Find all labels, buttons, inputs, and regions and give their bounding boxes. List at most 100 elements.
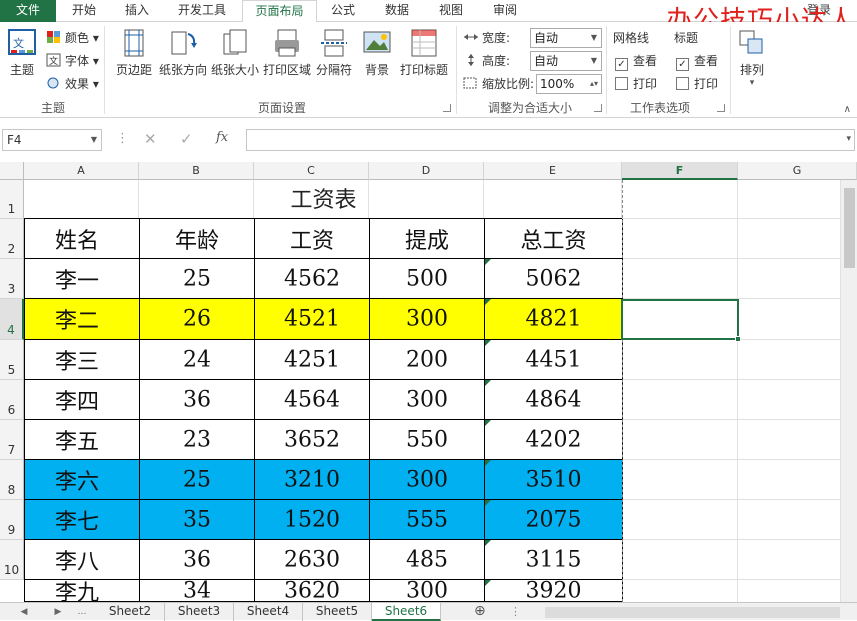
table-cell[interactable]: 4451 (485, 340, 623, 380)
tab-data[interactable]: 数据 (372, 0, 422, 22)
tab-file[interactable]: 文件 (0, 0, 56, 22)
background-button[interactable]: 背景 (360, 28, 394, 78)
name-box[interactable]: F4 ▼ (2, 129, 102, 151)
header-cell[interactable]: 年龄 (140, 219, 255, 259)
tab-insert[interactable]: 插入 (112, 0, 162, 22)
table-cell[interactable]: 4564 (255, 380, 370, 420)
table-cell[interactable]: 3210 (255, 460, 370, 500)
table-cell[interactable]: 3620 (255, 578, 370, 603)
table-cell[interactable]: 4202 (485, 420, 623, 460)
enter-icon[interactable]: ✓ (180, 130, 193, 148)
scale-input[interactable]: 100% ▴▾ (536, 74, 602, 94)
print-titles-button[interactable]: 打印标题 (398, 28, 450, 78)
gridlines-view-checkbox[interactable]: ✓ 查看 (615, 51, 657, 71)
table-cell[interactable]: 36 (140, 380, 255, 420)
arrange-button[interactable]: 排列 ▾ (736, 28, 768, 88)
row-header-5[interactable]: 5 (0, 340, 24, 380)
table-title[interactable]: 工资表 (25, 180, 622, 219)
table-cell[interactable]: 300 (370, 578, 485, 603)
breaks-button[interactable]: 分隔符 (314, 28, 354, 78)
tab-review[interactable]: 审阅 (480, 0, 530, 22)
column-header-a[interactable]: A (24, 162, 139, 180)
table-cell[interactable]: 2630 (255, 540, 370, 580)
scrollbar-thumb[interactable] (844, 188, 855, 268)
column-header-c[interactable]: C (254, 162, 369, 180)
expand-formula-icon[interactable]: ▾ (846, 134, 851, 144)
row-header-8[interactable]: 8 (0, 460, 24, 500)
headings-view-checkbox[interactable]: ✓ 查看 (676, 51, 718, 71)
table-cell[interactable]: 3920 (485, 578, 623, 603)
selected-cell-f4[interactable] (621, 299, 739, 340)
prev-sheet-icon[interactable]: ◀ (16, 603, 32, 621)
table-cell[interactable]: 200 (370, 340, 485, 380)
header-cell[interactable]: 姓名 (25, 219, 140, 259)
column-header-g[interactable]: G (738, 162, 857, 180)
scale-launcher-icon[interactable] (594, 104, 602, 112)
more-sheets-icon[interactable]: … (74, 603, 90, 621)
fonts-button[interactable]: 文字体 ▾ (46, 51, 99, 71)
column-header-e[interactable]: E (484, 162, 622, 180)
tab-formulas[interactable]: 公式 (318, 0, 368, 22)
row-header-2[interactable]: 2 (0, 219, 24, 259)
table-cell[interactable]: 2075 (485, 500, 623, 540)
vertical-scrollbar[interactable] (840, 180, 857, 602)
table-cell[interactable]: 26 (140, 299, 255, 340)
height-select[interactable]: 自动 ▼ (530, 51, 602, 71)
row-header-10[interactable]: 10 (0, 540, 24, 580)
table-cell[interactable]: 李七 (25, 500, 140, 540)
fill-handle[interactable] (735, 336, 741, 342)
table-cell[interactable]: 25 (140, 460, 255, 500)
colors-button[interactable]: 颜色 ▾ (46, 28, 99, 48)
table-cell[interactable]: 550 (370, 420, 485, 460)
collapse-ribbon-icon[interactable]: ∧ (844, 104, 851, 115)
table-cell[interactable]: 3510 (485, 460, 623, 500)
table-cell[interactable]: 35 (140, 500, 255, 540)
margins-button[interactable]: 页边距 (112, 28, 156, 78)
table-cell[interactable]: 李一 (25, 259, 140, 299)
insert-function-icon[interactable]: fx (216, 130, 228, 145)
size-button[interactable]: 纸张大小 (210, 28, 260, 78)
sheet-tab-sheet2[interactable]: Sheet2 (96, 603, 165, 621)
row-header-3[interactable]: 3 (0, 259, 24, 299)
table-cell[interactable]: 4821 (485, 299, 623, 340)
row-header-6[interactable]: 6 (0, 380, 24, 420)
row-header-1[interactable]: 1 (0, 180, 24, 219)
tab-page-layout[interactable]: 页面布局 (242, 0, 317, 23)
table-cell[interactable]: 李三 (25, 340, 140, 380)
width-select[interactable]: 自动 ▼ (530, 28, 602, 48)
sheet-tab-sheet3[interactable]: Sheet3 (165, 603, 234, 621)
table-cell[interactable]: 555 (370, 500, 485, 540)
row-header-4[interactable]: 4 (0, 299, 24, 340)
table-cell[interactable]: 36 (140, 540, 255, 580)
table-cell[interactable]: 25 (140, 259, 255, 299)
table-cell[interactable]: 23 (140, 420, 255, 460)
cancel-icon[interactable]: ✕ (144, 130, 157, 148)
sheet-tab-sheet4[interactable]: Sheet4 (234, 603, 303, 621)
table-cell[interactable]: 4562 (255, 259, 370, 299)
effects-button[interactable]: 效果 ▾ (46, 74, 99, 94)
table-cell[interactable]: 李二 (25, 299, 140, 340)
column-header-f[interactable]: F (622, 162, 738, 180)
tab-developer[interactable]: 开发工具 (164, 0, 240, 22)
table-cell[interactable]: 李六 (25, 460, 140, 500)
table-cell[interactable]: 4864 (485, 380, 623, 420)
select-all-corner[interactable] (0, 162, 24, 180)
headings-print-checkbox[interactable]: 打印 (676, 74, 718, 94)
table-cell[interactable]: 1520 (255, 500, 370, 540)
formula-input[interactable] (246, 129, 855, 151)
tab-view[interactable]: 视图 (426, 0, 476, 22)
table-cell[interactable]: 李四 (25, 380, 140, 420)
table-cell[interactable]: 3115 (485, 540, 623, 580)
table-cell[interactable]: 李九 (25, 580, 140, 606)
table-cell[interactable]: 4251 (255, 340, 370, 380)
table-cell[interactable]: 485 (370, 540, 485, 580)
table-cell[interactable]: 4521 (255, 299, 370, 340)
row-header-7[interactable]: 7 (0, 420, 24, 460)
row-header-9[interactable]: 9 (0, 500, 24, 540)
header-cell[interactable]: 总工资 (485, 219, 623, 259)
orientation-button[interactable]: 纸张方向 (158, 28, 208, 78)
table-cell[interactable]: 300 (370, 299, 485, 340)
table-cell[interactable]: 500 (370, 259, 485, 299)
themes-button[interactable]: 文 主题 (4, 28, 40, 78)
horizontal-scrollbar[interactable] (545, 607, 840, 618)
